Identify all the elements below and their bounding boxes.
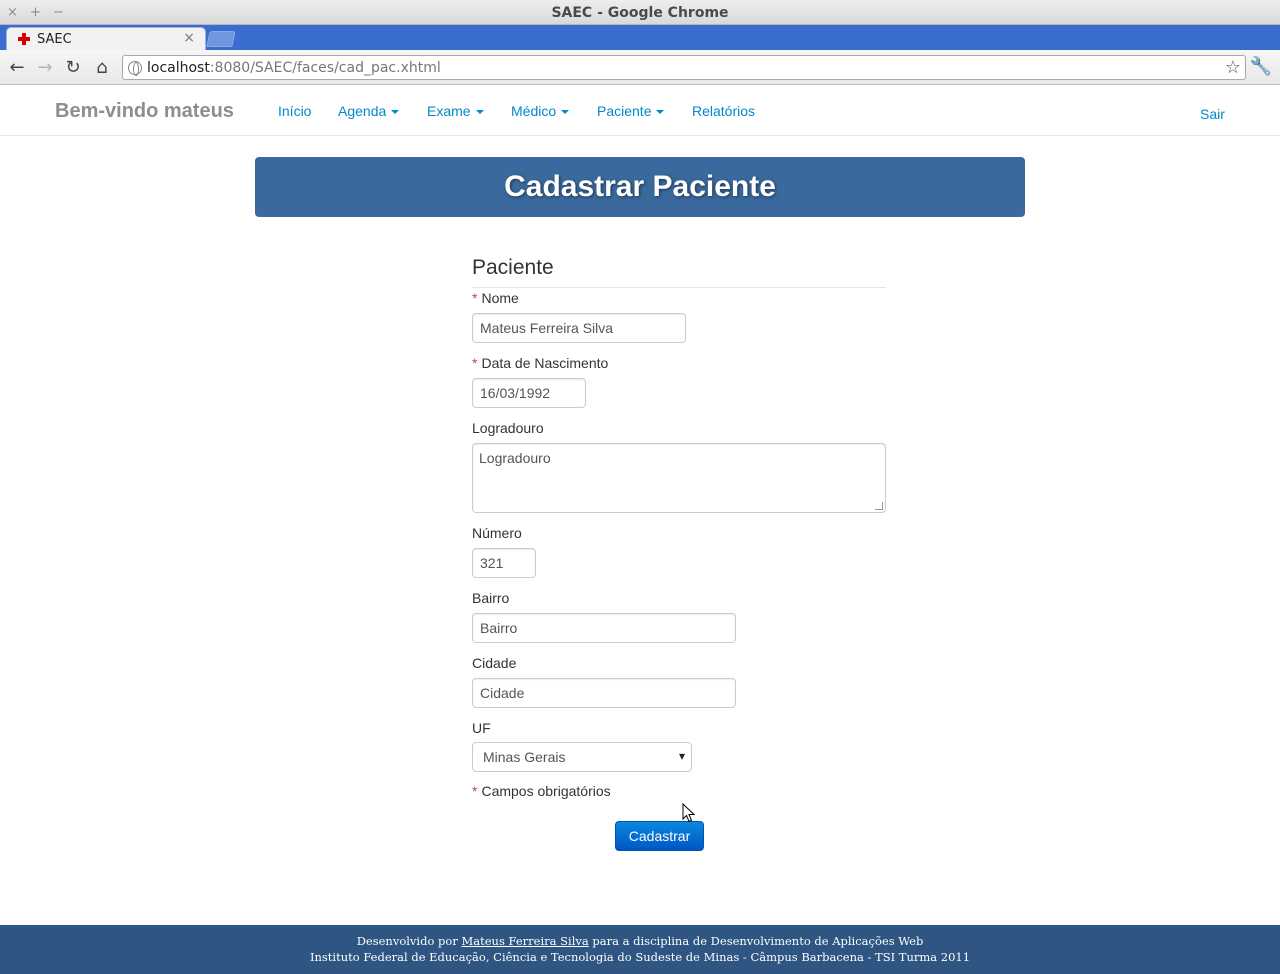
navbar-brand[interactable]: Bem-vindo mateus — [55, 100, 234, 123]
nome-input[interactable]: Mateus Ferreira Silva — [472, 313, 686, 343]
numero-label: Número — [472, 525, 522, 541]
reload-icon[interactable]: ↻ — [62, 57, 84, 79]
url-path: :8080/SAEC/faces/cad_pac.xhtml — [209, 60, 441, 76]
nav-item-medico[interactable]: Médico — [511, 103, 570, 119]
globe-icon — [128, 61, 142, 76]
footer-suffix: para a disciplina de Desenvolvimento de … — [592, 934, 924, 948]
required-asterisk: * — [472, 355, 478, 371]
bairro-input[interactable]: Bairro — [472, 613, 736, 643]
logout-link[interactable]: Sair — [1200, 106, 1225, 122]
nascimento-label-text: Data de Nascimento — [481, 355, 609, 371]
cidade-input[interactable]: Cidade — [472, 678, 736, 708]
url-text[interactable]: localhost:8080/SAEC/faces/cad_pac.xhtml — [147, 60, 441, 76]
window-title: SAEC - Google Chrome — [551, 5, 729, 21]
required-asterisk: * — [472, 290, 478, 306]
address-bar[interactable]: localhost:8080/SAEC/faces/cad_pac.xhtml … — [122, 55, 1246, 80]
nav-item-paciente[interactable]: Paciente — [597, 103, 665, 119]
back-arrow-icon[interactable]: ← — [6, 57, 28, 79]
author-link[interactable]: Mateus Ferreira Silva — [461, 934, 588, 948]
dropdown-arrow-icon: ▾ — [678, 749, 685, 763]
nav-item-exame[interactable]: Exame — [427, 103, 484, 119]
url-host: localhost — [147, 60, 210, 76]
bairro-label: Bairro — [472, 590, 510, 606]
logradouro-label: Logradouro — [472, 420, 544, 436]
nascimento-label: * Data de Nascimento — [472, 355, 608, 371]
nav-item-label: Relatórios — [692, 103, 756, 119]
page-footer: Desenvolvido por Mateus Ferreira Silva p… — [0, 925, 1280, 974]
nav-item-label: Médico — [511, 103, 557, 119]
cidade-label: Cidade — [472, 655, 517, 671]
wrench-menu-icon[interactable]: 🔧 — [1250, 56, 1272, 77]
cadastrar-button[interactable]: Cadastrar — [615, 821, 704, 851]
page-header-banner: Cadastrar Paciente — [255, 157, 1025, 217]
numero-input[interactable]: 321 — [472, 548, 536, 578]
forward-arrow-icon[interactable]: → — [34, 57, 56, 79]
nome-label-text: Nome — [481, 290, 519, 306]
site-navbar: Bem-vindo mateus Início Agenda Exame Méd… — [0, 86, 1280, 136]
required-asterisk: * — [472, 783, 478, 799]
nav-item-inicio[interactable]: Início — [278, 103, 311, 119]
browser-toolbar: ← → ↻ ⌂ localhost:8080/SAEC/faces/cad_pa… — [0, 50, 1280, 85]
required-note: * Campos obrigatórios — [472, 783, 611, 799]
tab-title: SAEC — [37, 32, 72, 47]
nav-item-agenda[interactable]: Agenda — [338, 103, 400, 119]
window-titlebar: × + − SAEC - Google Chrome — [0, 0, 1280, 25]
uf-select[interactable]: Minas Gerais ▾ — [472, 742, 692, 772]
caret-down-icon — [391, 110, 400, 115]
tab-strip: SAEC × — [0, 25, 1280, 50]
nav-item-relatorios[interactable]: Relatórios — [692, 103, 755, 119]
uf-selected-value: Minas Gerais — [483, 749, 566, 765]
caret-down-icon — [561, 110, 570, 115]
page-title: Cadastrar Paciente — [504, 170, 776, 203]
footer-line-2: Instituto Federal de Educação, Ciência e… — [309, 950, 971, 964]
logradouro-textarea[interactable]: Logradouro — [472, 443, 886, 513]
footer-line-1: Desenvolvido por Mateus Ferreira Silva p… — [0, 934, 1280, 948]
home-icon[interactable]: ⌂ — [91, 57, 113, 79]
new-tab-button[interactable] — [206, 31, 236, 47]
nav-item-label: Agenda — [338, 103, 387, 119]
bookmark-star-icon[interactable]: ☆ — [1225, 57, 1241, 78]
caret-down-icon — [475, 110, 484, 115]
nav-item-label: Paciente — [597, 103, 652, 119]
form-legend: Paciente — [472, 256, 886, 288]
mouse-cursor-icon — [682, 803, 696, 823]
browser-tab[interactable]: SAEC × — [6, 27, 206, 50]
red-cross-favicon-icon — [17, 32, 31, 46]
nascimento-input[interactable]: 16/03/1992 — [472, 378, 586, 408]
close-tab-icon[interactable]: × — [183, 30, 195, 46]
resize-grip-icon[interactable] — [875, 502, 883, 510]
nav-item-label: Início — [278, 103, 312, 119]
caret-down-icon — [656, 110, 665, 115]
footer-prefix: Desenvolvido por — [356, 934, 458, 948]
nav-item-label: Exame — [427, 103, 471, 119]
nome-label: * Nome — [472, 290, 519, 306]
logradouro-placeholder: Logradouro — [479, 450, 551, 466]
uf-label: UF — [472, 720, 491, 736]
required-note-text: Campos obrigatórios — [481, 783, 611, 799]
